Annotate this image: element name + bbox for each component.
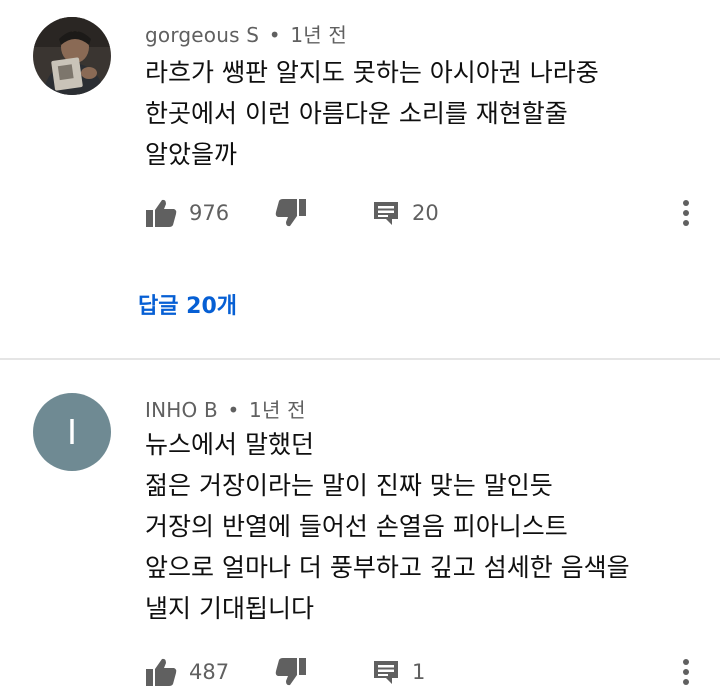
- comment-line: 라흐가 쌩판 알지도 못하는 아시아권 나라중: [145, 58, 599, 87]
- comment-line: 젊은 거장이라는 말이 진짜 맞는 말인듯: [145, 471, 553, 500]
- more-vertical-icon: [683, 659, 689, 685]
- view-replies-button[interactable]: 답글 20개: [138, 288, 237, 320]
- comment-text: 라흐가 쌩판 알지도 못하는 아시아권 나라중 한곳에서 이런 아름다운 소리를…: [145, 52, 705, 175]
- reply-count: 1: [412, 660, 426, 684]
- comment-meta: INHO B • 1년 전: [145, 394, 306, 423]
- like-button[interactable]: 976: [145, 196, 229, 230]
- more-button[interactable]: [682, 655, 690, 689]
- thumb-down-icon: [275, 658, 306, 686]
- comment-line: 뉴스에서 말했던: [145, 430, 314, 459]
- comment-line: 낼지 기대됩니다: [145, 594, 314, 623]
- author-name[interactable]: gorgeous S: [145, 23, 259, 47]
- meta-separator: •: [227, 398, 240, 422]
- comment-line: 앞으로 얼마나 더 풍부하고 깊고 섬세한 음색을: [145, 553, 630, 582]
- comment-thread-1: gorgeous S • 1년 전 라흐가 쌩판 알지도 못하는 아시아권 나라…: [0, 0, 720, 360]
- comment-line: 거장의 반열에 들어선 손열음 피아니스트: [145, 512, 568, 541]
- reply-icon: [374, 202, 398, 225]
- comment-meta: gorgeous S • 1년 전: [145, 19, 347, 48]
- comment-time[interactable]: 1년 전: [290, 23, 347, 47]
- author-name[interactable]: INHO B: [145, 398, 218, 422]
- comment-time[interactable]: 1년 전: [249, 398, 306, 422]
- avatar-photo: [33, 17, 111, 95]
- avatar-letter: I: [66, 411, 77, 452]
- comment-actions: 487 1: [145, 655, 705, 689]
- more-vertical-icon: [683, 200, 689, 226]
- reply-button[interactable]: 20: [372, 196, 439, 230]
- comment-thread-2: I INHO B • 1년 전 뉴스에서 말했던 젊은 거장이라는 말이 진짜 …: [0, 360, 720, 695]
- dislike-button[interactable]: [275, 196, 307, 230]
- avatar[interactable]: I: [33, 393, 111, 471]
- more-button[interactable]: [682, 196, 690, 230]
- comment-actions: 976 20: [145, 196, 705, 230]
- reply-count: 20: [412, 201, 439, 225]
- like-count: 976: [189, 201, 230, 225]
- dislike-button[interactable]: [275, 655, 307, 689]
- thumb-up-icon: [146, 658, 177, 686]
- like-button[interactable]: 487: [145, 655, 229, 689]
- thumb-up-icon: [146, 199, 177, 227]
- avatar[interactable]: [33, 17, 111, 95]
- reply-icon: [374, 661, 398, 684]
- comment-line: 알았을까: [145, 140, 238, 169]
- comment-line: 한곳에서 이런 아름다운 소리를 재현할줄: [145, 99, 568, 128]
- reply-button[interactable]: 1: [372, 655, 425, 689]
- like-count: 487: [189, 660, 230, 684]
- comment-text: 뉴스에서 말했던 젊은 거장이라는 말이 진짜 맞는 말인듯 거장의 반열에 들…: [145, 424, 705, 629]
- meta-separator: •: [268, 23, 281, 47]
- thumb-down-icon: [275, 199, 306, 227]
